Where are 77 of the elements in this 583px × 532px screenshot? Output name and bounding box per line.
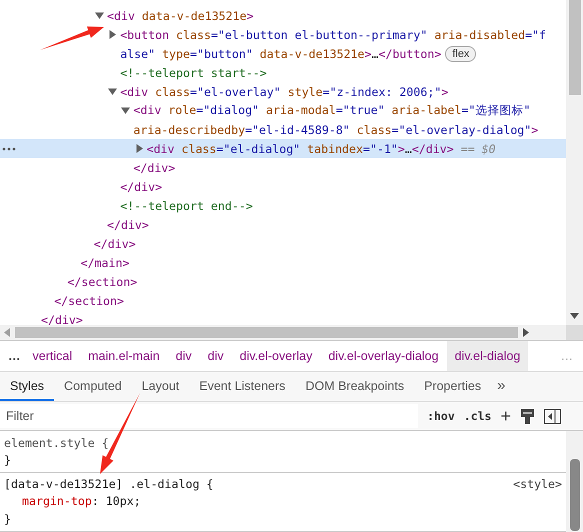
scrollbar-thumb[interactable] [570, 459, 580, 531]
panel-tab[interactable]: Layout [132, 372, 190, 401]
filter-field[interactable]: Filter [0, 404, 418, 428]
code-line: <div class="el-overlay" style="z-index: 2006;"> [120, 84, 448, 98]
code-line: <!--teleport start--> [120, 66, 267, 80]
code-line: <div role="dialog" aria-modal="true" aria-label="选择图标" [133, 103, 530, 118]
breadcrumb-scroll-left[interactable]: … [0, 341, 24, 371]
scroll-down-icon[interactable] [570, 313, 579, 319]
dom-tree-row[interactable]: aria-describedby="el-id-4589-8" class="el-overlay-dialog"> [0, 120, 566, 139]
expanded-triangle-icon[interactable] [95, 11, 104, 20]
expanded-triangle-icon[interactable] [121, 106, 130, 115]
dom-tree-row[interactable]: </div> [0, 310, 566, 325]
more-tabs-button[interactable]: » [491, 372, 512, 401]
breadcrumb-item[interactable]: div [168, 341, 200, 371]
scrollbar-corner [566, 325, 583, 340]
code-line: <div class="el-dialog" tabindex="-1">…</div> == $0 [146, 142, 496, 156]
arrow-annotation [40, 26, 104, 50]
dom-tree-row[interactable]: <div class="el-overlay" style="z-index: 2006;"> [0, 82, 566, 101]
code-line: </div> [107, 218, 149, 232]
panel-tab[interactable]: DOM Breakpoints [295, 372, 414, 401]
code-line: </div> [133, 160, 176, 174]
dom-tree-row[interactable]: </div> [0, 177, 566, 196]
panel-tab[interactable]: Event Listeners [189, 372, 296, 401]
dom-tree-row[interactable]: <!--teleport end--> [0, 196, 566, 215]
sidebar-toggle-icon[interactable] [544, 408, 561, 424]
collapsed-triangle-icon[interactable] [108, 30, 118, 39]
code-line: </div> [41, 312, 83, 325]
scrollbar-thumb[interactable] [568, 0, 580, 95]
more-options-icon[interactable] [2, 146, 16, 150]
dom-tree-row[interactable]: <div class="el-dialog" tabindex="-1">…</div> == $0 [0, 139, 566, 158]
code-line: <!--teleport end--> [120, 198, 253, 212]
breadcrumb-item[interactable]: main.el-main [80, 341, 168, 371]
horizontal-scrollbar[interactable] [0, 325, 583, 340]
dom-tree-row[interactable]: <div role="dialog" aria-modal="true" aria-label="选择图标" [0, 101, 566, 120]
code-line: </div> [94, 236, 136, 250]
code-line: </main> [80, 256, 130, 270]
style-declaration[interactable]: margin-top: 10px; [4, 492, 141, 510]
code-line: aria-describedby="el-id-4589-8" class="el-overlay-dialog"> [133, 122, 538, 136]
hover-state-button[interactable]: :hov [427, 409, 455, 423]
new-rule-button[interactable]: + [500, 407, 511, 425]
styles-scrollbar[interactable] [566, 431, 583, 532]
dom-tree-row[interactable]: </section> [0, 291, 566, 310]
dom-tree-row[interactable]: <button class="el-button el-button--primary" aria-disabled="f [0, 25, 566, 44]
code-line: </div> [120, 180, 162, 194]
rule-selector: element.style { [4, 436, 109, 450]
dom-tree-row[interactable]: </section> [0, 272, 566, 291]
dom-tree-row[interactable]: <div data-v-de13521e> [0, 6, 566, 25]
panel-tab[interactable]: Properties [414, 372, 492, 401]
scrollbar-thumb[interactable] [15, 327, 518, 338]
collapsed-triangle-icon[interactable] [134, 144, 144, 153]
class-toggle-button[interactable]: .cls [464, 409, 492, 423]
dom-tree-row[interactable]: </div> [0, 215, 566, 234]
breadcrumb-item[interactable]: vertical [24, 341, 80, 371]
scroll-right-icon[interactable] [523, 328, 529, 337]
dom-tree-row[interactable]: <!--teleport start--> [0, 63, 566, 82]
breadcrumb-item[interactable]: div [200, 341, 232, 371]
style-source-link[interactable]: <style> [513, 476, 566, 490]
paint-brush-icon[interactable] [520, 408, 535, 424]
code-line: alse" type="button" data-v-de13521e>…</button> [120, 46, 442, 60]
breadcrumb-item[interactable]: div.el-overlay [232, 341, 320, 371]
breadcrumb-item[interactable]: div.el-dialog [446, 341, 528, 371]
rule-closing-brace: } [4, 511, 11, 528]
panel-tab[interactable]: Computed [54, 372, 132, 401]
dom-tree-row[interactable]: </div> [0, 234, 566, 253]
breadcrumb-item[interactable]: div.el-overlay-dialog [320, 341, 447, 371]
dom-tree-row[interactable]: </div> [0, 158, 566, 177]
rule-selector: [data-v-de13521e] .el-dialog { [4, 476, 214, 490]
code-line: <button class="el-button el-button--primary" aria-disabled="f [120, 28, 546, 42]
expanded-triangle-icon[interactable] [108, 87, 118, 96]
code-line: </section> [54, 294, 124, 308]
code-line: <div data-v-de13521e> [107, 8, 254, 22]
dom-tree-row[interactable]: alse" type="button" data-v-de13521e>…</button> flex [0, 44, 566, 63]
rule-closing-brace: } [4, 452, 11, 469]
code-line: </section> [67, 274, 138, 288]
vertical-scrollbar[interactable] [566, 0, 583, 325]
dom-tree-row[interactable]: </main> [0, 253, 566, 272]
flex-badge[interactable]: flex [445, 46, 476, 62]
